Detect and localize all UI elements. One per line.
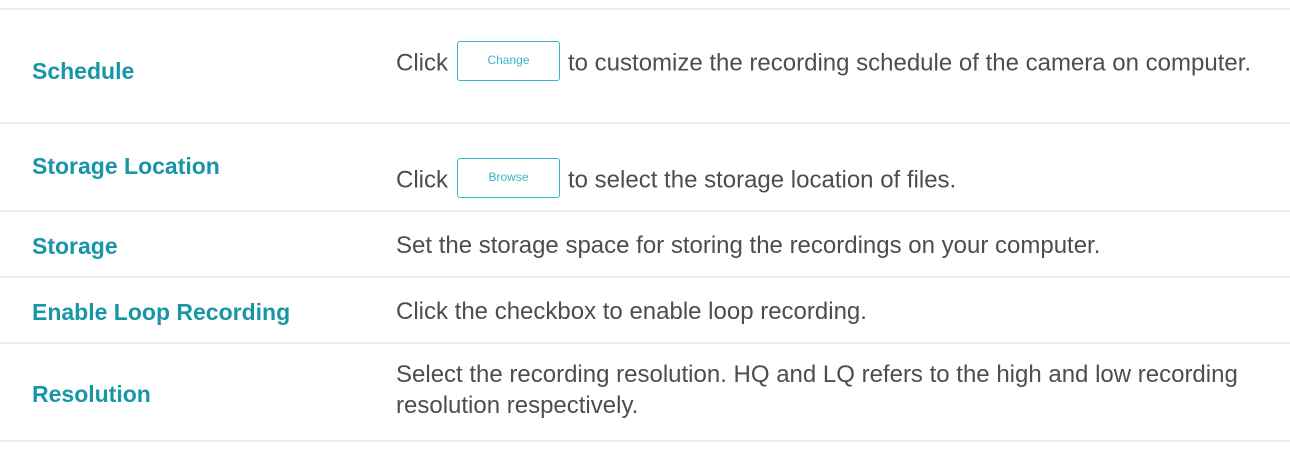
row-description: Set the storage space for storing the re… [396, 232, 1101, 259]
desc-text: Click [396, 166, 448, 194]
row-storage: Storage Set the storage space for storin… [0, 210, 1290, 276]
row-label: Schedule [32, 58, 135, 84]
row-label: Storage Location [32, 153, 220, 179]
desc-text: Click [396, 49, 448, 77]
change-button[interactable]: Change [457, 41, 560, 81]
row-label: Storage [32, 233, 118, 259]
row-label: Resolution [32, 381, 151, 407]
row-enable-loop-recording: Enable Loop Recording Click the checkbox… [0, 276, 1290, 342]
desc-text: to customize the recording schedule of t… [568, 49, 1252, 77]
row-label: Enable Loop Recording [32, 299, 291, 325]
row-description: Select the recording resolution. HQ and … [396, 361, 1238, 419]
row-description: Click the checkbox to enable loop record… [396, 298, 867, 325]
row-resolution: Resolution Select the recording resoluti… [0, 342, 1290, 442]
desc-text: to select the storage location of files. [568, 166, 957, 194]
row-description: Click Browse to select the storage locatio… [396, 158, 1281, 201]
settings-table: Schedule Click Change to customize the rec… [0, 8, 1290, 442]
row-storage-location: Storage Location Click Browse to select th… [0, 122, 1290, 210]
row-description: Click Change to customize the recording sc… [396, 41, 1281, 84]
browse-button[interactable]: Browse [457, 158, 560, 198]
row-schedule: Schedule Click Change to customize the rec… [0, 8, 1290, 122]
